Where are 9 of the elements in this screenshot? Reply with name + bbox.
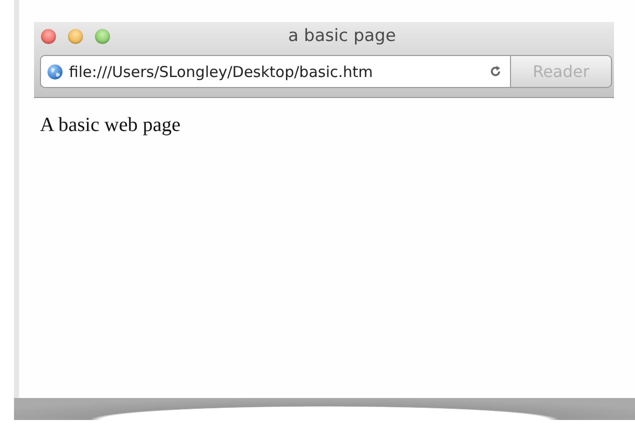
page-text: A basic web page <box>40 114 182 137</box>
url-text: file:///Users/SLongley/Desktop/basic.htm <box>69 62 374 80</box>
zoom-button[interactable] <box>95 28 110 44</box>
address-field[interactable]: file:///Users/SLongley/Desktop/basic.htm <box>40 55 510 88</box>
minimize-button[interactable] <box>68 28 83 44</box>
window-title: a basic page <box>287 26 397 46</box>
close-button[interactable] <box>41 28 56 44</box>
reload-icon[interactable] <box>489 65 502 78</box>
globe-icon <box>47 64 63 80</box>
